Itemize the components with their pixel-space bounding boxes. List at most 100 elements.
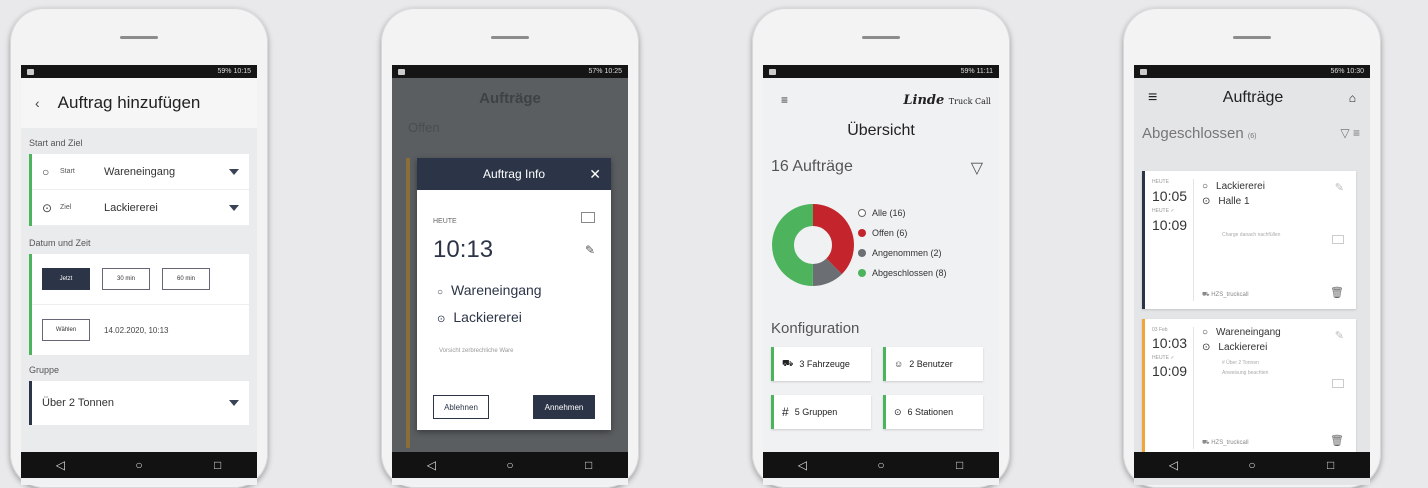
menu-icon[interactable]: ≡	[781, 93, 788, 107]
legend-marker	[858, 229, 866, 237]
truck-icon: ⛟	[782, 358, 794, 368]
edit-icon[interactable]: ✎	[1335, 329, 1344, 342]
60min-button[interactable]: 60 min	[162, 268, 210, 290]
legend-label: Abgeschlossen (8)	[872, 268, 947, 278]
dialog-title: Auftrag Info	[482, 167, 546, 181]
location-pin-icon: ⊙	[42, 200, 53, 215]
now-button[interactable]: Jetzt	[42, 268, 90, 290]
chart-legend: Alle (16) Offen (6) Angenommen (2) Abges…	[858, 203, 947, 283]
back-nav-icon[interactable]: ◁	[787, 458, 817, 472]
vehicles-tile[interactable]: ⛟ 3 Fahrzeuge	[771, 347, 871, 381]
route-to: Lackiererei	[453, 309, 522, 325]
recents-nav-icon[interactable]: □	[1316, 458, 1346, 472]
date-label: HEUTE	[1152, 179, 1169, 185]
header: ‹ Auftrag hinzufügen	[21, 78, 257, 128]
order-card[interactable]: HEUTE 10:05 HEUTE ✓ 10:09 ○ Lackiererei ⊙ H…	[1142, 171, 1356, 309]
card-accent	[1142, 171, 1145, 309]
recents-nav-icon[interactable]: □	[574, 458, 604, 472]
group-note: # Über 2 Tonnen	[1222, 360, 1259, 366]
image-icon[interactable]	[1332, 235, 1344, 244]
close-icon[interactable]: ✕	[589, 166, 601, 183]
page-title: Aufträge	[1222, 89, 1284, 106]
groups-tile[interactable]: #5 Gruppen	[771, 395, 871, 429]
recents-nav-icon[interactable]: □	[945, 458, 975, 472]
group-select[interactable]: Über 2 Tonnen	[29, 381, 249, 425]
location-pin-icon: ⊙	[894, 406, 902, 417]
stations-tile[interactable]: ⊙ 6 Stationen	[883, 395, 983, 429]
ziel-select[interactable]: ⊙ Ziel Lackiererei	[32, 190, 249, 226]
route-to: Halle 1	[1218, 196, 1250, 207]
tile-label: 3 Fahrzeuge	[799, 359, 850, 369]
back-nav-icon[interactable]: ◁	[45, 458, 75, 472]
group-value: Über 2 Tonnen	[42, 397, 114, 409]
order-card[interactable]: 03 Feb 10:03 HEUTE ✓ 10:09 ○ Wareneingang…	[1142, 319, 1356, 457]
back-nav-icon[interactable]: ◁	[1158, 458, 1188, 472]
choose-button[interactable]: Wählen	[42, 319, 90, 341]
route-card: ○ Start Wareneingang ⊙ Ziel Lackiererei	[29, 154, 249, 226]
status-text: 59% 10:15	[217, 68, 251, 75]
divider	[1193, 327, 1194, 449]
back-nav-icon[interactable]: ◁	[416, 458, 446, 472]
brand-logo: Linde Truck Call	[903, 93, 991, 108]
note: Vorsicht zerbrechliche Ware	[439, 348, 514, 354]
start-label: Start	[60, 168, 75, 175]
bg-title: Aufträge	[479, 89, 541, 107]
accept-button[interactable]: Annehmen	[533, 395, 595, 419]
route-from: Lackiererei	[1216, 181, 1265, 192]
home-nav-icon[interactable]: ○	[1237, 458, 1267, 472]
top-bar: ≡ Aufträge ⌂	[1134, 78, 1370, 118]
start-select[interactable]: ○ Start Wareneingang	[32, 154, 249, 190]
menu-icon[interactable]: ≡	[1148, 89, 1157, 107]
speaker	[1233, 36, 1271, 39]
legend-marker	[858, 249, 866, 257]
screen: 57% 10:25 Aufträge Offen Auftrag Info ✕ H…	[392, 65, 628, 485]
image-icon[interactable]	[581, 212, 595, 223]
legend-label: Angenommen (2)	[872, 248, 942, 258]
home-icon[interactable]: ⌂	[1349, 91, 1356, 105]
note: Anweisung beachten	[1222, 370, 1269, 376]
status-text: 57% 10:25	[588, 68, 622, 75]
back-icon[interactable]: ‹	[35, 95, 40, 111]
phone-3: 59% 11:11 ≡ Linde Truck Call Übersicht 1…	[752, 8, 1010, 488]
30min-button[interactable]: 30 min	[102, 268, 150, 290]
filter-icon[interactable]: ▽ ≡	[1340, 126, 1360, 140]
home-nav-icon[interactable]: ○	[124, 458, 154, 472]
route-from: Wareneingang	[451, 282, 542, 298]
status-bar: 56% 10:30	[1134, 65, 1370, 78]
ziel-value: Lackiererei	[104, 201, 158, 214]
decline-button[interactable]: Ablehnen	[433, 395, 489, 419]
edit-icon[interactable]: ✎	[1335, 181, 1344, 194]
chevron-down-icon	[229, 168, 239, 175]
status-text: 56% 10:30	[1330, 68, 1364, 75]
status-filter[interactable]: Abgeschlossen (6)	[1142, 125, 1256, 142]
time-value: 10:13	[433, 236, 494, 263]
ziel-label: Ziel	[60, 204, 72, 211]
date-label: HEUTE ✓	[1152, 208, 1175, 214]
notification-icon	[1140, 68, 1147, 75]
system-nav: ◁ ○ □	[1134, 452, 1370, 478]
user: ⛟ HZS_truckcall	[1202, 292, 1249, 298]
trash-icon[interactable]: 🗑	[1330, 286, 1344, 299]
recents-nav-icon[interactable]: □	[203, 458, 233, 472]
image-icon[interactable]	[1332, 379, 1344, 388]
datetime-value: 14.02.2020, 10:13	[104, 325, 169, 335]
trash-icon[interactable]: 🗑	[1330, 434, 1344, 447]
user: ⛟ HZS_truckcall	[1202, 440, 1249, 446]
home-nav-icon[interactable]: ○	[866, 458, 896, 472]
filter-icon[interactable]: ▽	[971, 158, 983, 178]
legend-label: Offen (6)	[872, 228, 908, 238]
route: ○ Wareneingang ⊙ Lackiererei	[1202, 325, 1281, 355]
screen: 59% 10:15 ‹ Auftrag hinzufügen Start and…	[21, 65, 257, 485]
system-nav: ◁ ○ □	[21, 452, 257, 478]
home-nav-icon[interactable]: ○	[495, 458, 525, 472]
status-bar: 59% 11:11	[763, 65, 999, 78]
legend-marker	[858, 209, 866, 217]
users-tile[interactable]: ☺ 2 Benutzer	[883, 347, 983, 381]
legend-item: Angenommen (2)	[858, 243, 947, 263]
edit-icon[interactable]: ✎	[585, 243, 595, 257]
order-info-dialog: Auftrag Info ✕ HEUTE 10:13 ✎ ○ Wareneingan…	[417, 158, 611, 430]
orders-count: 16 Aufträge	[771, 158, 853, 175]
page-title: Übersicht	[847, 122, 915, 139]
datetime-card: Jetzt 30 min 60 min Wählen 14.02.2020, 1…	[29, 254, 249, 355]
orders-donut-chart	[772, 204, 854, 286]
